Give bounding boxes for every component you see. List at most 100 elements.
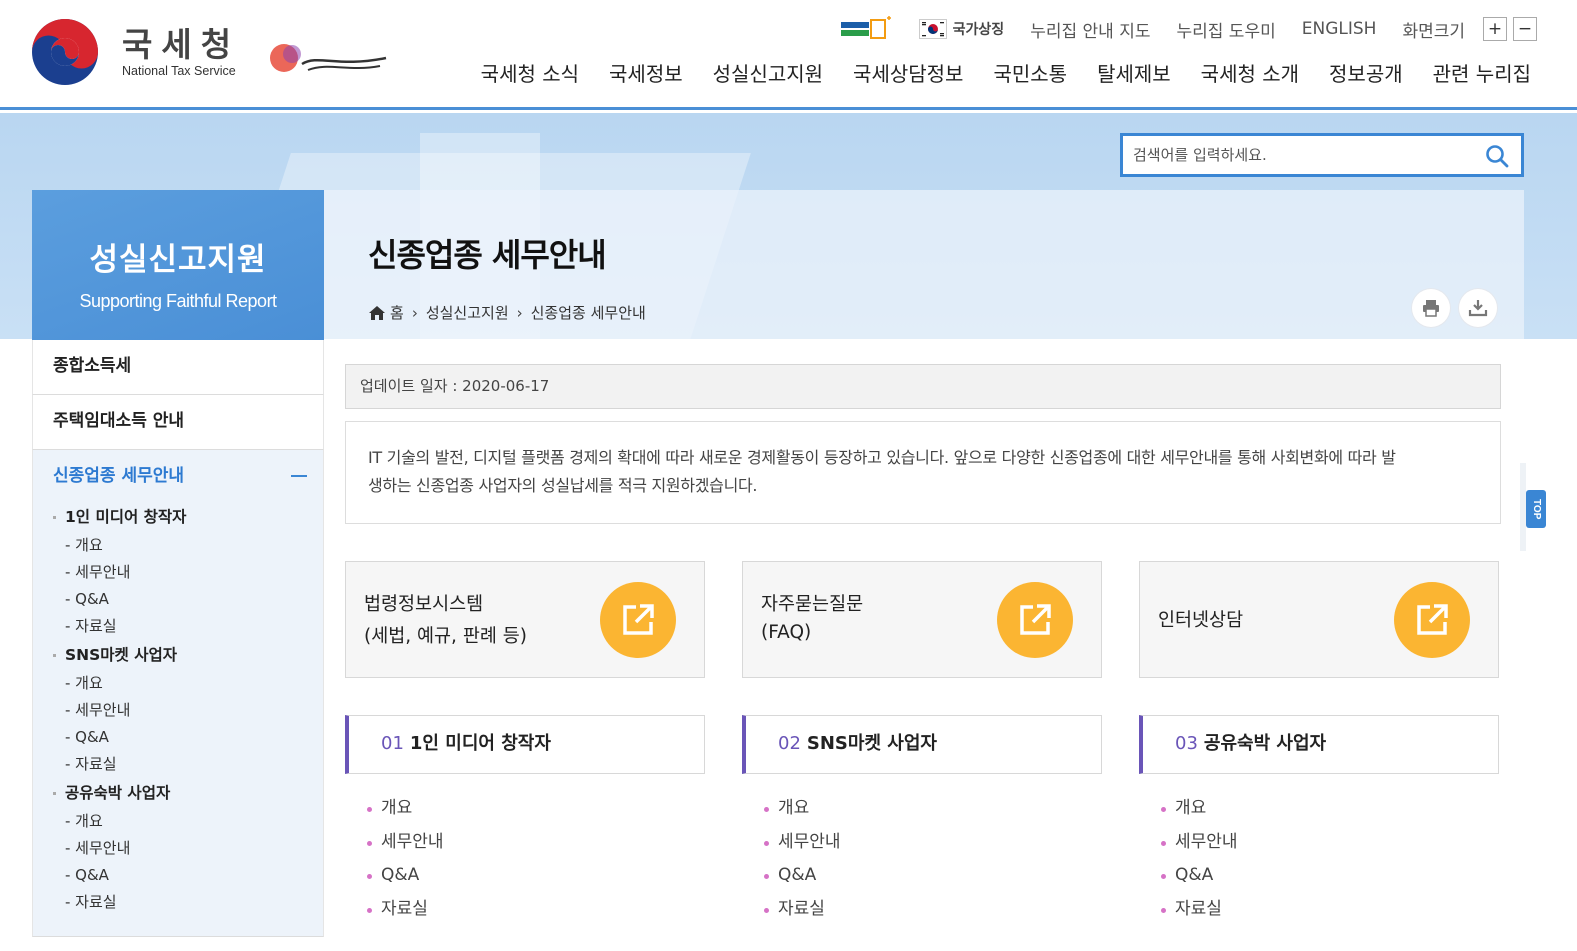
section-links-sns-market: 개요 세무안내 Q&A 자료실 — [764, 792, 841, 926]
list-item[interactable]: 세무안내 — [367, 826, 444, 860]
list-item[interactable]: 개요 — [764, 792, 841, 826]
gnb-item[interactable]: 정보공개 — [1329, 58, 1403, 87]
section-number: 03 — [1175, 733, 1198, 754]
gnb-item[interactable]: 탈세제보 — [1097, 58, 1171, 87]
sidebar-sub-item[interactable]: - 개요 — [53, 808, 323, 835]
zoom-out-button[interactable]: − — [1513, 17, 1537, 41]
sidebar-sub-item[interactable]: - 세무안내 — [53, 559, 323, 586]
sidebar-item-rental-income[interactable]: 주택임대소득 안내 — [32, 395, 324, 450]
sidebar-group-title[interactable]: 공유숙박 사업자 — [53, 778, 323, 808]
section-heading-shared-lodging[interactable]: 03 공유숙박 사업자 — [1139, 715, 1499, 774]
section-subtitle: Supporting Faithful Report — [79, 291, 277, 311]
link-subtitle: (세법, 예규, 판례 등) — [364, 626, 527, 647]
gnb-item[interactable]: 국세청 소개 — [1201, 58, 1299, 87]
update-date: 업데이트 일자 : 2020-06-17 — [345, 364, 1501, 409]
print-icon — [1423, 300, 1439, 317]
external-link-icon — [1394, 582, 1470, 658]
sidebar-sub-item[interactable]: - Q&A — [53, 724, 323, 751]
gnb-item[interactable]: 국민소통 — [993, 58, 1067, 87]
sidebar-sub-item[interactable]: - 자료실 — [53, 751, 323, 778]
law-system-link-card[interactable]: 법령정보시스템 (세법, 예규, 판례 등) — [345, 561, 705, 678]
link-title: 법령정보시스템 — [364, 594, 484, 615]
breadcrumb-item[interactable]: 성실신고지원 — [426, 302, 509, 323]
breadcrumb-home[interactable]: 홈 — [390, 302, 404, 323]
gnb-item[interactable]: 국세정보 — [609, 58, 683, 87]
sidebar-group-title[interactable]: 1인 미디어 창작자 — [53, 502, 323, 532]
nts-emblem-icon — [32, 19, 98, 85]
external-link-icon — [600, 582, 676, 658]
sidebar-sub-item[interactable]: - 세무안내 — [53, 697, 323, 724]
gnb-item[interactable]: 국세상담정보 — [853, 58, 963, 87]
list-item[interactable]: 세무안내 — [764, 826, 841, 860]
gnb-item[interactable]: 성실신고지원 — [713, 58, 823, 87]
sidebar: 종합소득세 주택임대소득 안내 신종업종 세무안내 1인 미디어 창작자 - 개… — [32, 340, 324, 951]
search-input[interactable] — [1123, 136, 1463, 174]
section-heading-sns-market[interactable]: 02 SNS마켓 사업자 — [742, 715, 1102, 774]
sidebar-sub-item[interactable]: - 자료실 — [53, 889, 323, 916]
gov24-icon[interactable] — [839, 16, 893, 42]
list-item[interactable]: Q&A — [367, 859, 444, 893]
print-button[interactable] — [1412, 289, 1450, 327]
sidebar-sub-item[interactable]: - 개요 — [53, 670, 323, 697]
list-item[interactable]: 세무안내 — [1161, 826, 1238, 860]
logo-korean: 국세청 — [122, 25, 241, 64]
utility-nav: 국가상징 누리집 안내 지도 누리집 도우미 ENGLISH 화면크기 + − — [839, 16, 1537, 42]
download-icon — [1468, 300, 1488, 317]
page-tools — [1412, 289, 1506, 327]
section-number: 02 — [778, 733, 801, 754]
chevron-right-icon: › — [411, 303, 418, 322]
sidebar-sub-item[interactable]: - 세무안내 — [53, 835, 323, 862]
slogan-image — [270, 44, 387, 72]
site-help-link[interactable]: 누리집 도우미 — [1176, 17, 1275, 42]
intro-line: IT 기술의 발전, 디지털 플랫폼 경제의 확대에 따라 새로운 경제활동이 … — [368, 448, 1396, 467]
page: 국세청 National Tax Service 국가상징 누리집 안내 지도 … — [0, 0, 1577, 951]
section-title: 공유숙박 사업자 — [1203, 733, 1327, 754]
section-title: 성실신고지원 — [89, 242, 267, 278]
section-links-media-creator: 개요 세무안내 Q&A 자료실 — [367, 792, 444, 926]
intro-text: IT 기술의 발전, 디지털 플랫폼 경제의 확대에 따라 새로운 경제활동이 … — [345, 421, 1501, 524]
scroll-top-button[interactable]: TOP — [1526, 490, 1546, 528]
collapse-icon[interactable] — [291, 475, 307, 477]
list-item[interactable]: 자료실 — [764, 893, 841, 927]
internet-counsel-link-card[interactable]: 인터넷상담 — [1139, 561, 1499, 678]
section-title: SNS마켓 사업자 — [806, 733, 937, 754]
sidebar-sub-item[interactable]: - Q&A — [53, 586, 323, 613]
sidebar-sub-item[interactable]: - 자료실 — [53, 613, 323, 640]
zoom-label: 화면크기 — [1402, 21, 1465, 42]
search-box — [1120, 133, 1524, 177]
section-heading-media-creator[interactable]: 01 1인 미디어 창작자 — [345, 715, 705, 774]
sidebar-group-title[interactable]: SNS마켓 사업자 — [53, 640, 323, 670]
link-subtitle: (FAQ) — [761, 622, 812, 643]
site-map-link[interactable]: 누리집 안내 지도 — [1030, 17, 1150, 42]
download-button[interactable] — [1459, 289, 1497, 327]
list-item[interactable]: 개요 — [367, 792, 444, 826]
zoom-in-button[interactable]: + — [1483, 17, 1507, 41]
faq-link-card[interactable]: 자주묻는질문 (FAQ) — [742, 561, 1102, 678]
english-link[interactable]: ENGLISH — [1302, 19, 1377, 39]
sidebar-sub-item[interactable]: - Q&A — [53, 862, 323, 889]
breadcrumb-current[interactable]: 신종업종 세무안내 — [531, 302, 646, 323]
list-item[interactable]: 자료실 — [367, 893, 444, 927]
sidebar-item-income-tax[interactable]: 종합소득세 — [32, 340, 324, 395]
page-title: 신종업종 세무안내 — [368, 236, 607, 274]
sidebar-group: 1인 미디어 창작자 - 개요 - 세무안내 - Q&A - 자료실 SNS마켓… — [33, 502, 323, 916]
list-item[interactable]: Q&A — [764, 859, 841, 893]
search-icon[interactable] — [1485, 144, 1509, 168]
main-nav: 국세청 소식 국세정보 성실신고지원 국세상담정보 국민소통 탈세제보 국세청 … — [451, 58, 1531, 87]
national-symbol-link[interactable]: 국가상징 — [918, 19, 1004, 39]
intro-line: 생하는 신종업종 사업자의 성실납세를 적극 지원하겠습니다. — [368, 476, 758, 495]
gnb-item[interactable]: 국세청 소식 — [481, 58, 579, 87]
list-item[interactable]: 개요 — [1161, 792, 1238, 826]
list-item[interactable]: 자료실 — [1161, 893, 1238, 927]
sidebar-active-item[interactable]: 신종업종 세무안내 — [33, 450, 323, 502]
sidebar-active-label: 신종업종 세무안내 — [53, 466, 185, 486]
sidebar-sub-item[interactable]: - 개요 — [53, 532, 323, 559]
sidebar-item-new-business: 신종업종 세무안내 1인 미디어 창작자 - 개요 - 세무안내 - Q&A -… — [32, 450, 324, 937]
nts-logo[interactable]: 국세청 National Tax Service — [30, 18, 240, 86]
gnb-item[interactable]: 관련 누리집 — [1433, 58, 1531, 87]
home-icon[interactable] — [368, 305, 386, 321]
logo-english: National Tax Service — [122, 64, 236, 78]
external-link-icon — [997, 582, 1073, 658]
list-item[interactable]: Q&A — [1161, 859, 1238, 893]
section-title: 1인 미디어 창작자 — [409, 733, 551, 754]
